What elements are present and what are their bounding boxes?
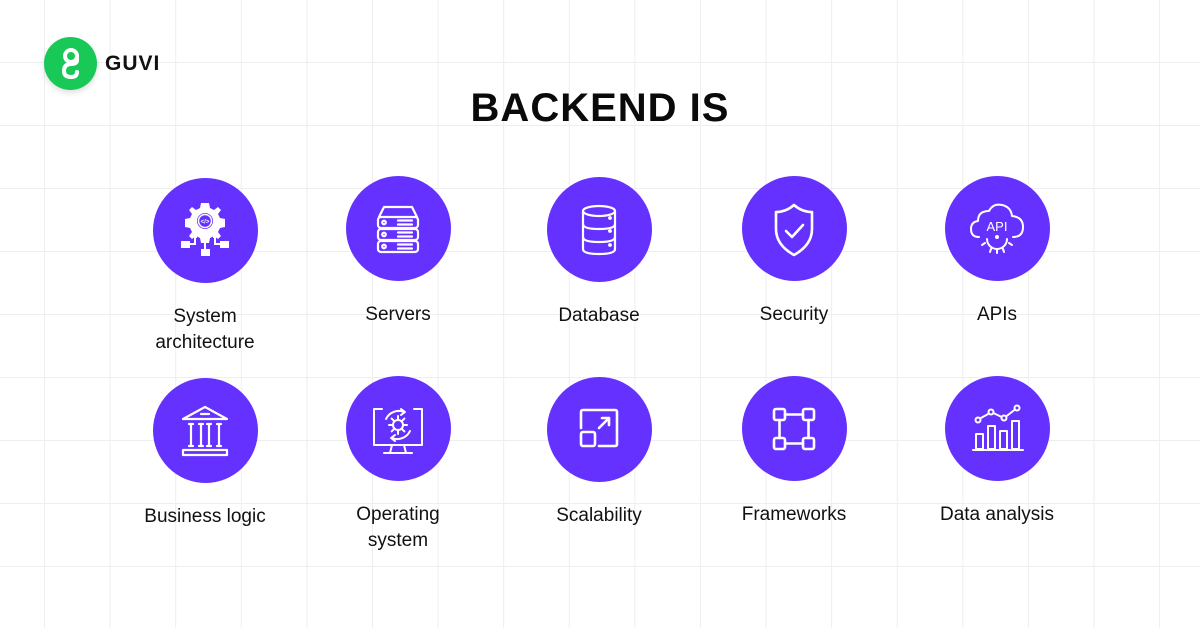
scale-up-icon bbox=[546, 377, 652, 482]
item-operating-system: Operating system bbox=[298, 376, 498, 554]
item-data-analysis: Data analysis bbox=[897, 376, 1097, 528]
item-business-logic: Business logic bbox=[105, 378, 305, 530]
item-label: Scalability bbox=[556, 505, 642, 526]
item-label: System architecture bbox=[155, 306, 255, 353]
chart-analysis-icon bbox=[944, 376, 1050, 481]
item-scalability: Scalability bbox=[499, 377, 699, 529]
item-label: Frameworks bbox=[741, 504, 847, 525]
item-label: Servers bbox=[365, 304, 431, 325]
server-icon bbox=[345, 176, 451, 281]
item-servers: Servers bbox=[298, 176, 498, 328]
institution-icon bbox=[152, 378, 258, 483]
item-label: Operating system bbox=[356, 504, 440, 551]
guvi-logo-icon bbox=[44, 37, 97, 90]
system-architecture-icon: </> bbox=[152, 178, 258, 283]
item-label: Business logic bbox=[144, 506, 266, 527]
brand-name: GUVI bbox=[105, 51, 161, 75]
page-title: BACKEND IS bbox=[470, 86, 730, 130]
item-frameworks: Frameworks bbox=[694, 376, 894, 528]
database-icon bbox=[546, 177, 652, 282]
item-label: APIs bbox=[976, 304, 1018, 325]
monitor-gear-icon bbox=[345, 376, 451, 481]
framework-nodes-icon bbox=[741, 376, 847, 481]
item-label: Security bbox=[759, 304, 829, 325]
svg-text:</>: </> bbox=[201, 219, 210, 225]
item-database: Database bbox=[499, 177, 699, 329]
brand-logo: GUVI bbox=[44, 37, 160, 90]
item-label: Data analysis bbox=[939, 504, 1055, 525]
svg-text:API: API bbox=[987, 219, 1008, 234]
item-apis: API APIs bbox=[897, 176, 1097, 328]
shield-check-icon bbox=[741, 176, 847, 281]
api-cloud-icon: API bbox=[944, 176, 1050, 281]
item-system-architecture: </> System architecture bbox=[105, 178, 305, 356]
item-label: Database bbox=[558, 305, 640, 326]
item-security: Security bbox=[694, 176, 894, 328]
